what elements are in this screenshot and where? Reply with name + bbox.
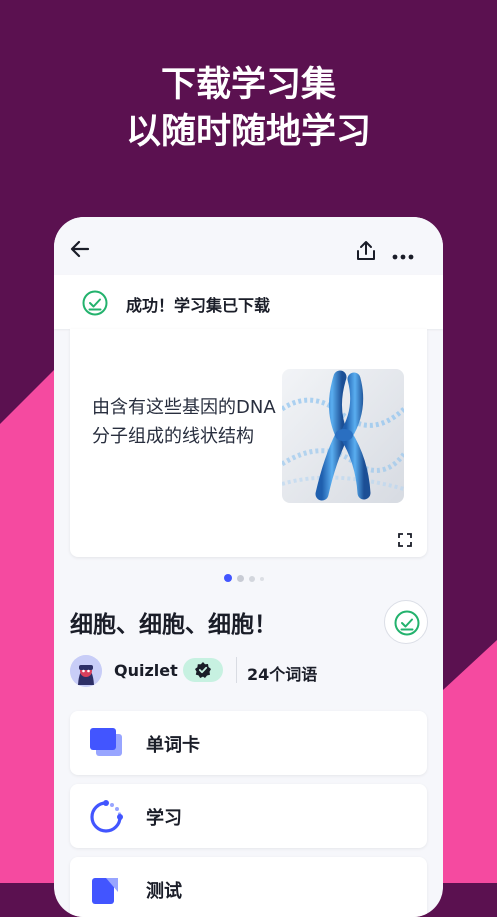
expand-icon[interactable]: [398, 532, 412, 551]
test-icon: [88, 872, 124, 910]
promo-headline-line2: 以随时随地学习: [125, 112, 371, 152]
pager-dot: [237, 575, 244, 582]
study-mode-test[interactable]: 测试: [70, 857, 427, 917]
verified-badge-icon: [195, 662, 211, 678]
flashcard-definition: 由含有这些基因的DNA分子组成的线状结构: [92, 397, 276, 447]
avatar[interactable]: [70, 655, 102, 687]
check-circle-icon: [394, 610, 420, 636]
phone-screen: 成功！学习集已下载 由含有这些基因的DNA分子组成的线状结构 细胞、细胞、细胞！…: [54, 217, 443, 917]
learn-icon: [88, 799, 124, 839]
flashcard-preview[interactable]: 由含有这些基因的DNA分子组成的线状结构: [70, 329, 427, 557]
arrow-left-icon[interactable]: [68, 237, 92, 265]
downloaded-button[interactable]: [384, 600, 428, 644]
top-toolbar: [54, 217, 443, 275]
chromosome-image: [282, 369, 404, 503]
study-mode-label: 单词卡: [146, 735, 200, 756]
promo-headline-line1: 下载学习集: [160, 65, 336, 105]
divider: [236, 657, 237, 683]
pager-dot: [249, 575, 255, 582]
term-count: 24个词语: [247, 665, 318, 684]
pager-dot: [260, 576, 264, 581]
study-mode-label: 测试: [146, 881, 182, 902]
promo-headline: 下载学习集 以随时随地学习: [0, 62, 497, 156]
flashcards-icon: [88, 726, 124, 762]
study-mode-label: 学习: [146, 808, 182, 829]
set-title: 细胞、细胞、细胞！: [70, 612, 277, 638]
study-mode-learn[interactable]: 学习: [70, 784, 427, 848]
creator-row: Quizlet 24个词语: [70, 653, 430, 687]
toast-message: 成功！学习集已下载: [126, 296, 271, 315]
pager-dot-active: [224, 574, 232, 582]
share-icon[interactable]: [354, 239, 378, 267]
creator-name[interactable]: Quizlet: [114, 661, 178, 680]
verified-badge: [183, 658, 223, 682]
success-toast: 成功！学习集已下载: [54, 275, 443, 329]
more-horizontal-icon[interactable]: [392, 246, 414, 265]
check-circle-icon: [82, 290, 108, 320]
study-mode-flashcards[interactable]: 单词卡: [70, 711, 427, 775]
